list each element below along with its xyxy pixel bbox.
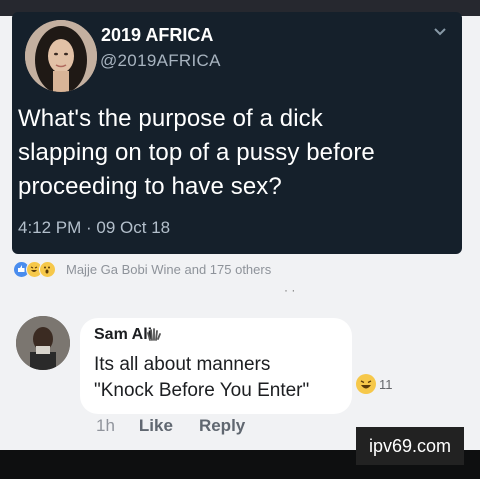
tweet-text-line: What's the purpose of a dick xyxy=(18,105,323,132)
comment-text-line: Its all about manners xyxy=(94,354,271,375)
comment-text-line: "Knock Before You Enter" xyxy=(94,380,310,401)
wow-icon xyxy=(39,260,56,278)
comment-author-name[interactable]: Sam Ali xyxy=(94,326,152,344)
reaction-summary[interactable]: Majje Ga Bobi Wine and 175 others xyxy=(13,259,271,279)
tweet-author-name[interactable]: 2019 AFRICA xyxy=(101,25,213,46)
like-button[interactable]: Like xyxy=(139,416,173,436)
watermark: ipv69.com xyxy=(356,427,464,465)
comment-bubble: Sam Ali Its all about manners "Knock Bef… xyxy=(80,318,352,414)
separator-dots: · · xyxy=(284,283,296,297)
tweet-avatar[interactable] xyxy=(25,20,97,92)
tweet-text-line: proceeding to have sex? xyxy=(18,173,282,200)
comment-time[interactable]: 1h xyxy=(96,416,115,436)
tweet-text-line: slapping on top of a pussy before xyxy=(18,139,375,166)
comment-avatar[interactable] xyxy=(16,316,70,370)
tweet-timestamp: 4:12 PM · 09 Oct 18 xyxy=(18,218,171,237)
comment-actions: 1h Like Reply xyxy=(96,416,245,436)
comment-reaction-count: 11 xyxy=(379,376,393,392)
reaction-summary-text[interactable]: Majje Ga Bobi Wine and 175 others xyxy=(66,262,271,277)
tweet-text: What's the purpose of a dick slapping on… xyxy=(18,102,458,204)
haha-icon xyxy=(356,374,376,394)
chevron-down-icon[interactable] xyxy=(432,26,448,38)
tweet-author-handle[interactable]: @2019AFRICA xyxy=(100,51,221,71)
wave-hand-icon xyxy=(147,328,161,341)
tweet-card: 2019 AFRICA @2019AFRICA What's the purpo… xyxy=(12,12,462,254)
reply-button[interactable]: Reply xyxy=(199,416,245,436)
comment-reaction-badge[interactable]: 11 xyxy=(356,374,393,394)
